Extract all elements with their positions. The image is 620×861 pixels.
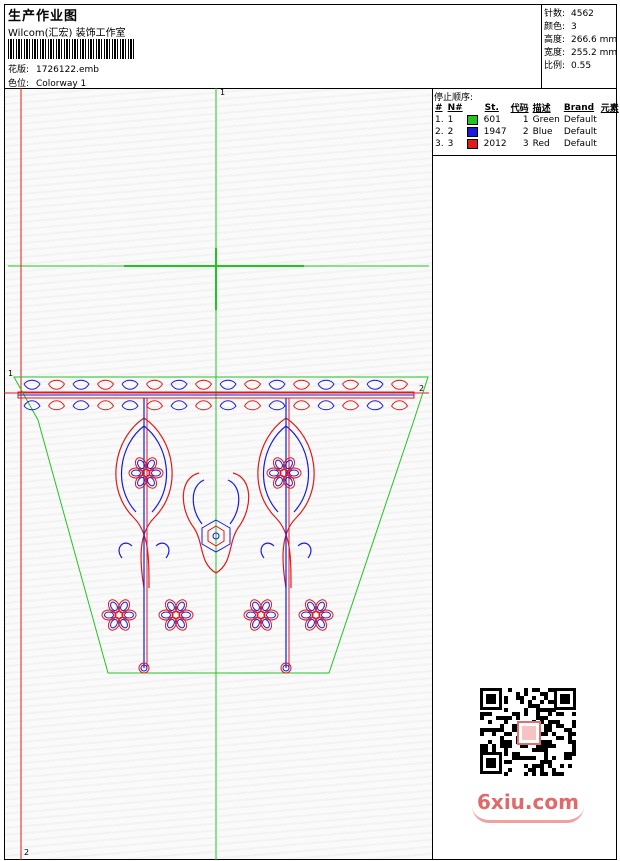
border-leaf: [244, 400, 262, 411]
axis-label-bottom: 2: [24, 848, 30, 857]
border-leaf: [72, 400, 90, 411]
border-leaf: [146, 400, 164, 411]
color-swatch: [466, 138, 478, 149]
table-row: 1. 1 601 1 Green Default: [433, 114, 620, 126]
border-leaf: [48, 400, 66, 411]
border-leaf: [391, 400, 409, 411]
row-brand: Default: [563, 127, 597, 137]
row-brand: Default: [563, 115, 597, 125]
col-desc: 描述: [532, 104, 551, 114]
qr-code-graphic: [478, 686, 578, 776]
flower: [243, 599, 279, 631]
border-leaf: [146, 379, 164, 390]
row-st: 3: [522, 139, 529, 149]
col-st: St.: [484, 102, 499, 113]
border-leaf: [23, 379, 41, 390]
design-outline: [13, 376, 429, 674]
flower: [101, 599, 137, 631]
row-num: 1.: [435, 115, 444, 125]
border-leaf: [97, 400, 115, 411]
border-leaf: [342, 400, 360, 411]
border-leaf: [121, 400, 139, 411]
col-n: N#: [447, 102, 463, 113]
flower: [128, 457, 164, 489]
axis-label-left: 1: [8, 369, 14, 378]
border-leaf: [72, 379, 90, 390]
border-leaf: [244, 379, 262, 390]
border-leaf: [268, 379, 286, 390]
axis-label-top: 1: [220, 88, 226, 97]
left-motif: [115, 398, 173, 674]
row-code: 601: [465, 114, 509, 126]
row-desc: Green: [532, 115, 560, 125]
flower: [158, 599, 194, 631]
border-leaf: [317, 379, 335, 390]
design-file-label: 花版:: [8, 65, 30, 75]
border-leaf: [293, 379, 311, 390]
border-leaf: [170, 400, 188, 411]
border-leaf: [293, 400, 311, 411]
stat-height: 高度: 266.6 mm: [544, 35, 618, 45]
flower-group: [101, 457, 334, 631]
col-element: 元素: [600, 104, 619, 114]
axis-label-right: 2: [419, 384, 425, 393]
border-leaf: [268, 400, 286, 411]
watermark-swoosh: [472, 806, 584, 823]
barcode: [8, 39, 136, 59]
border-leaf: [121, 379, 139, 390]
border-leaf: [219, 379, 237, 390]
row-n: 2: [447, 127, 454, 137]
col-brand: Brand: [563, 102, 595, 113]
row-n: 1: [447, 115, 454, 125]
stat-colors: 颜色: 3: [544, 22, 577, 32]
row-st: 1: [522, 115, 529, 125]
production-sheet: 生产作业图 Wilcom(汇宏) 装饰工作室 花版: 1726122.emb 色位…: [0, 0, 620, 861]
stat-width: 宽度: 255.2 mm: [544, 48, 618, 58]
row-n: 3: [447, 139, 454, 149]
col-num: #: [435, 102, 443, 113]
studio-name: Wilcom(汇宏) 装饰工作室: [8, 28, 126, 39]
row-code: 2012: [465, 138, 509, 150]
col-code: 代码: [510, 104, 529, 114]
design-file-value: 1726122.emb: [36, 65, 99, 75]
right-motif: [257, 398, 315, 674]
row-code: 1947: [465, 126, 509, 138]
border-leaf: [366, 400, 384, 411]
sheet-title: 生产作业图: [8, 9, 79, 24]
color-swatch: [466, 126, 478, 137]
row-st: 2: [522, 127, 529, 137]
border-leaf: [97, 379, 115, 390]
design-file-row: 花版: 1726122.emb: [8, 62, 99, 75]
border-leaf: [317, 400, 335, 411]
qr-code: [470, 680, 585, 780]
flower: [266, 457, 302, 489]
row-desc: Blue: [532, 127, 553, 137]
flower: [298, 599, 334, 631]
border-leaf: [219, 400, 237, 411]
table-row: 3. 3 2012 3 Red Default: [433, 138, 620, 150]
row-num: 3.: [435, 139, 444, 149]
border-leaf: [170, 379, 188, 390]
embroidery-design: [4, 88, 429, 860]
row-num: 2.: [435, 127, 444, 137]
border-leaf: [48, 379, 66, 390]
border-leaf: [195, 400, 213, 411]
border-leaf: [342, 379, 360, 390]
stop-sequence-table: # N# St. 代码 描述 Brand 元素 1. 1 601 1 Green Defa…: [433, 101, 620, 150]
border-leaf: [366, 379, 384, 390]
panel-divider: [432, 155, 617, 156]
row-brand: Default: [563, 139, 597, 149]
stat-scale: 比例: 0.55: [544, 61, 592, 71]
row-desc: Red: [532, 139, 550, 149]
border-leaf: [391, 379, 409, 390]
color-swatch: [466, 114, 478, 125]
stat-stitches: 针数: 4562: [544, 9, 594, 19]
table-row: 2. 2 1947 2 Blue Default: [433, 126, 620, 138]
border-leaf: [195, 379, 213, 390]
table-header-row: # N# St. 代码 描述 Brand 元素: [433, 101, 620, 115]
